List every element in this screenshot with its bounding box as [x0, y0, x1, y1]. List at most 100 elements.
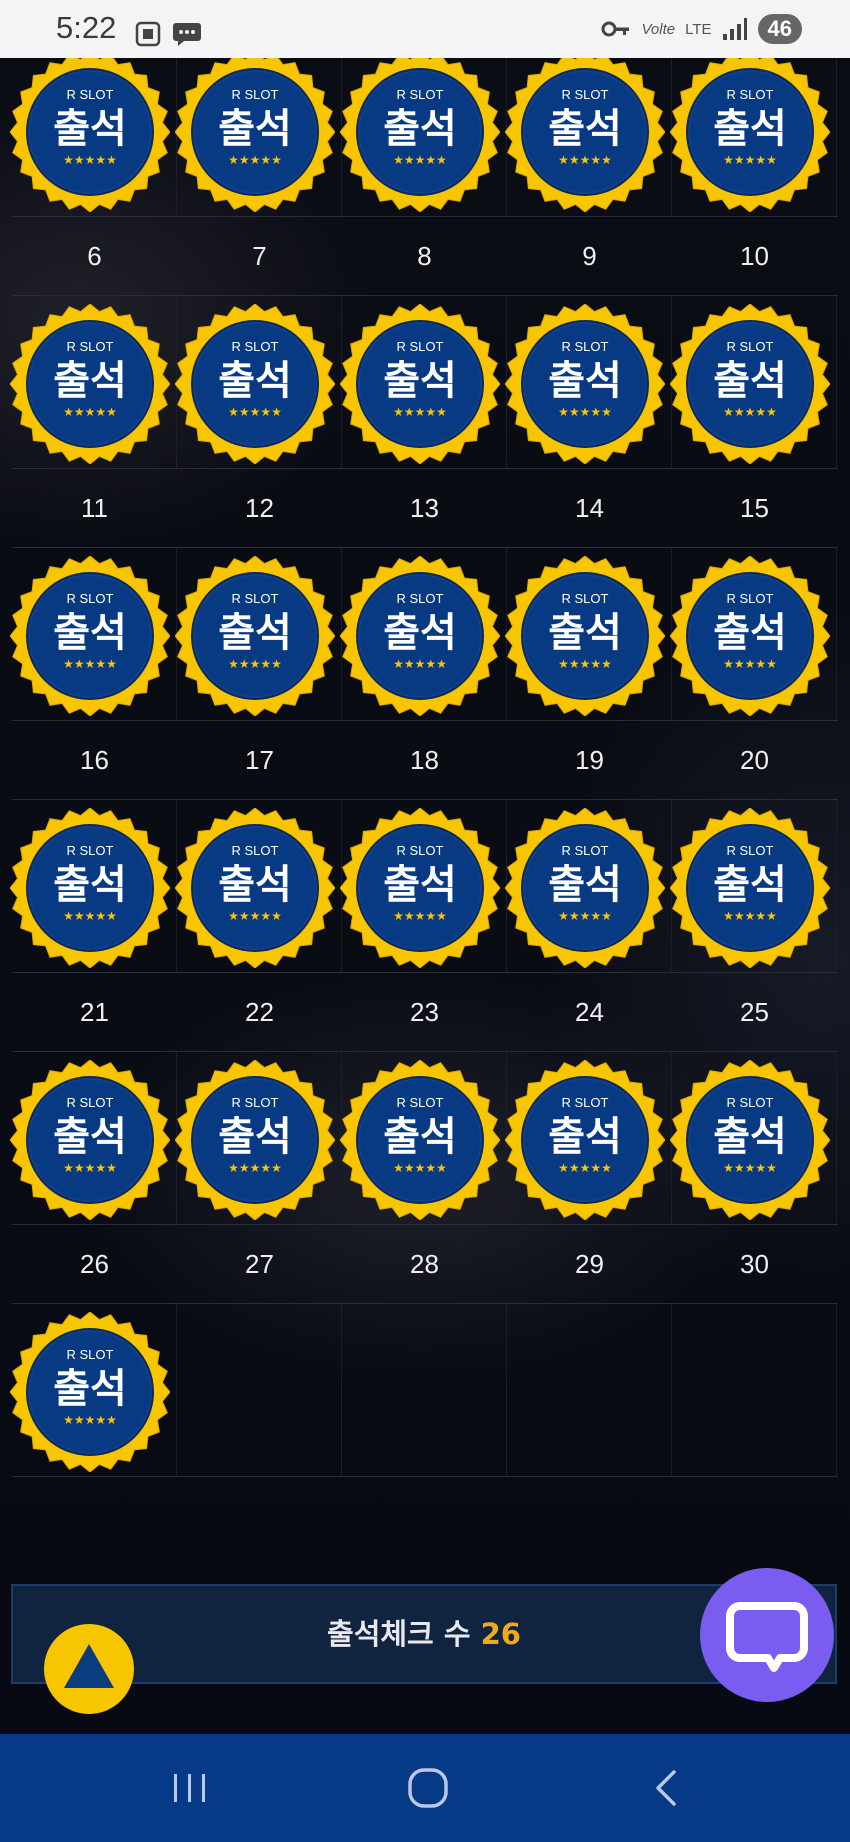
attendance-stamp-icon: R SLOT 출석★★★★★	[175, 556, 335, 716]
attendance-stamp-icon: R SLOT 출석★★★★★	[670, 808, 830, 968]
stamp-stars: ★★★★★	[393, 405, 447, 419]
stamp-brand-text: R SLOT	[397, 591, 444, 606]
volte-label: Volte	[641, 20, 676, 38]
attendance-stamp-icon: R SLOT 출석★★★★★	[340, 808, 500, 968]
attendance-stamp: R SLOT 출석 ★★★★★	[10, 1060, 170, 1220]
calendar-cell: R SLOT 출석 ★★★★★	[10, 800, 177, 972]
calendar-cell	[672, 1304, 837, 1476]
stamp-label-text: 출석	[713, 358, 787, 404]
scroll-top-button[interactable]	[44, 1624, 134, 1714]
nav-recent-button[interactable]	[160, 1758, 220, 1818]
calendar-cell: R SLOT 출석 ★★★★★	[175, 58, 342, 216]
stamp-label-text: 출석	[53, 106, 127, 152]
stamp-label-text: 출석	[218, 610, 292, 656]
message-icon	[173, 23, 201, 46]
stamp-label-text: 출석	[53, 610, 127, 656]
stamp-row: R SLOT 출석 ★★★★★ R SLOT 출석 ★★★★★ R SLOT 출석 ★★★★★ R…	[10, 548, 838, 721]
stamp-row: R SLOT 출석 ★★★★★ R SLOT 출석 ★★★★★ R SLOT 출석 ★★★★★ R…	[10, 58, 838, 217]
attendance-stamp-icon: R SLOT 출석★★★★★	[505, 556, 665, 716]
stamp-stars: ★★★★★	[558, 909, 612, 923]
stamp-brand-text: R SLOT	[562, 1095, 609, 1110]
day-number: 6	[87, 241, 102, 271]
stamp-stars: ★★★★★	[228, 153, 282, 167]
day-number: 19	[575, 745, 604, 775]
day-number-row: 16 17 18 19 20	[12, 721, 838, 800]
stamp-brand-text: R SLOT	[727, 339, 774, 354]
stamp-stars: ★★★★★	[228, 657, 282, 671]
day-number: 13	[410, 493, 439, 523]
calendar-cell: R SLOT 출석 ★★★★★	[10, 548, 177, 720]
calendar-cell: R SLOT 출석 ★★★★★	[340, 548, 507, 720]
stamp-stars: ★★★★★	[723, 657, 777, 671]
chat-button[interactable]	[700, 1568, 834, 1702]
stamp-brand-text: R SLOT	[67, 591, 114, 606]
attendance-stamp-icon: R SLOT 출석★★★★★	[505, 1060, 665, 1220]
attendance-stamp: R SLOT 출석 ★★★★★	[175, 58, 335, 212]
recent-apps-icon	[174, 1774, 205, 1802]
attendance-stamp-icon: R SLOT 출석★★★★★	[10, 808, 170, 968]
attendance-stamp: R SLOT 출석 ★★★★★	[10, 58, 170, 212]
attendance-stamp: R SLOT 출석 ★★★★★	[340, 808, 500, 968]
attendance-stamp-icon: R SLOT 출석★★★★★	[10, 1060, 170, 1220]
calendar-cell: R SLOT 출석 ★★★★★	[10, 1304, 177, 1476]
day-number: 28	[410, 1249, 439, 1279]
stamp-brand-text: R SLOT	[562, 591, 609, 606]
stamp-brand-text: R SLOT	[67, 1347, 114, 1362]
stamp-label-text: 출석	[548, 358, 622, 404]
stamp-brand-text: R SLOT	[727, 591, 774, 606]
day-number: 17	[245, 745, 274, 775]
stamp-label-text: 출석	[383, 358, 457, 404]
stamp-brand-text: R SLOT	[397, 1095, 444, 1110]
nav-home-button[interactable]	[398, 1758, 458, 1818]
stamp-label-text: 출석	[383, 610, 457, 656]
stamp-stars: ★★★★★	[228, 1161, 282, 1175]
attendance-stamp: R SLOT 출석 ★★★★★	[175, 808, 335, 968]
day-number: 11	[81, 493, 108, 523]
stamp-stars: ★★★★★	[558, 1161, 612, 1175]
day-number-row: 21 22 23 24 25	[12, 973, 838, 1052]
stamp-row: R SLOT 출석 ★★★★★	[10, 1304, 838, 1477]
stamp-label-text: 출석	[218, 358, 292, 404]
attendance-stamp: R SLOT 출석 ★★★★★	[670, 556, 830, 716]
stamp-label-text: 출석	[548, 610, 622, 656]
attendance-stamp: R SLOT 출석 ★★★★★	[505, 556, 665, 716]
attendance-stamp: R SLOT 출석 ★★★★★	[505, 808, 665, 968]
day-number: 24	[575, 997, 604, 1027]
stamp-brand-text: R SLOT	[397, 87, 444, 102]
stamp-brand-text: R SLOT	[67, 1095, 114, 1110]
stamp-brand-text: R SLOT	[67, 339, 114, 354]
attendance-stamp: R SLOT 출석 ★★★★★	[340, 1060, 500, 1220]
stamp-stars: ★★★★★	[723, 153, 777, 167]
stamp-brand-text: R SLOT	[397, 843, 444, 858]
stamp-label-text: 출석	[383, 862, 457, 908]
attendance-count-value: 26	[480, 1617, 521, 1651]
calendar-cell: R SLOT 출석 ★★★★★	[175, 296, 342, 468]
stamp-brand-text: R SLOT	[67, 843, 114, 858]
back-icon	[656, 1770, 676, 1806]
screenshot-icon	[135, 21, 161, 47]
day-number: 7	[252, 241, 267, 271]
attendance-stamp: R SLOT 출석 ★★★★★	[670, 808, 830, 968]
attendance-stamp: R SLOT 출석 ★★★★★	[10, 808, 170, 968]
status-left-icons	[134, 20, 202, 48]
stamp-label-text: 출석	[383, 1114, 457, 1160]
day-number: 30	[740, 1249, 769, 1279]
calendar-cell: R SLOT 출석 ★★★★★	[670, 58, 837, 216]
nav-back-button[interactable]	[636, 1758, 696, 1818]
calendar-cell: R SLOT 출석 ★★★★★	[670, 548, 837, 720]
stamp-row: R SLOT 출석 ★★★★★ R SLOT 출석 ★★★★★ R SLOT 출석 ★★★★★ R…	[10, 800, 838, 973]
attendance-stamp-icon: R SLOT 출석★★★★★	[175, 58, 335, 212]
attendance-stamp: R SLOT 출석 ★★★★★	[340, 58, 500, 212]
stamp-label-text: 출석	[713, 1114, 787, 1160]
stamp-brand-text: R SLOT	[67, 87, 114, 102]
stamp-brand-text: R SLOT	[562, 843, 609, 858]
attendance-stamp-icon: R SLOT 출석★★★★★	[340, 304, 500, 464]
attendance-stamp: R SLOT 출석 ★★★★★	[10, 304, 170, 464]
day-number: 14	[575, 493, 604, 523]
stamp-label-text: 출석	[218, 862, 292, 908]
attendance-stamp-icon: R SLOT 출석★★★★★	[175, 304, 335, 464]
vpn-key-icon	[601, 21, 630, 37]
stamp-stars: ★★★★★	[228, 909, 282, 923]
attendance-calendar: R SLOT 출석 ★★★★★ R SLOT 출석 ★★★★★ R SLOT 출석 ★★★★★ R…	[0, 58, 850, 1734]
stamp-stars: ★★★★★	[723, 909, 777, 923]
